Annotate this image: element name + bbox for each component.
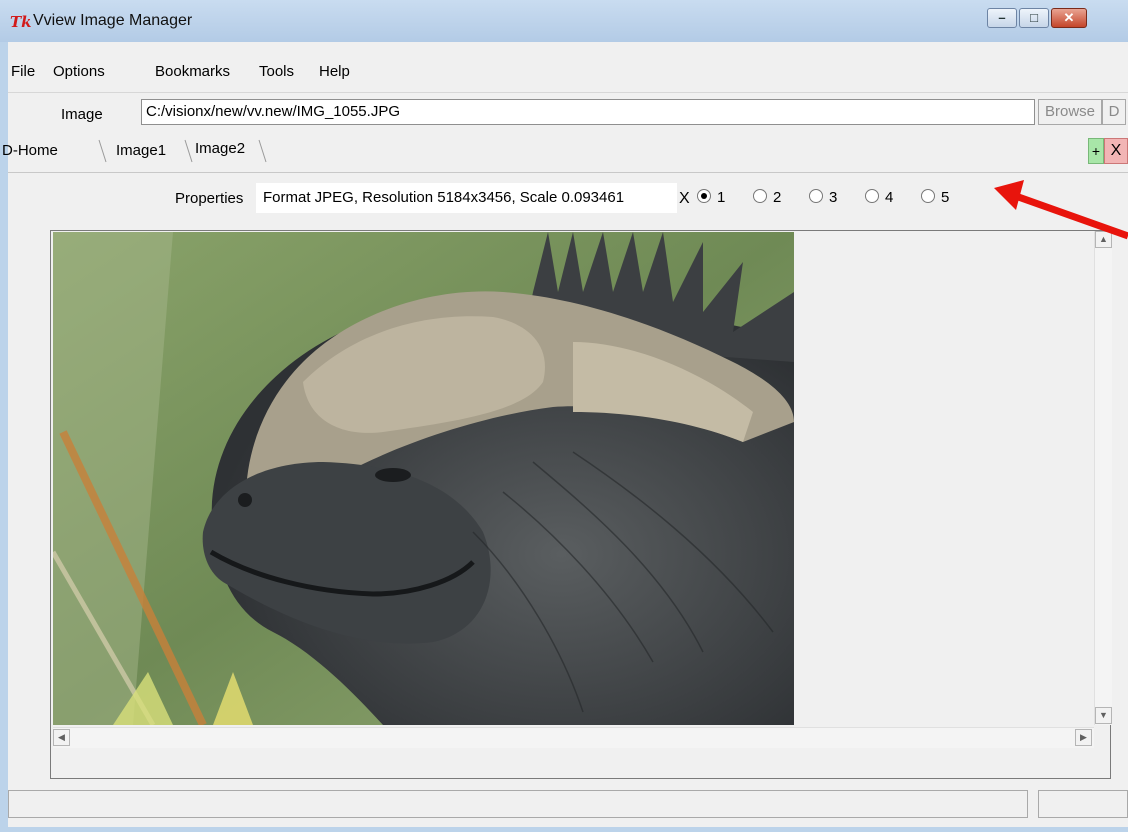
- maximize-icon: □: [1030, 10, 1038, 25]
- menu-tools[interactable]: Tools: [259, 63, 294, 80]
- close-icon: ✕: [1063, 10, 1075, 25]
- image-label: Image: [61, 106, 103, 123]
- properties-row: Properties Format JPEG, Resolution 5184x…: [8, 179, 1128, 217]
- image-path-row: Image C:/visionx/new/vv.new/IMG_1055.JPG…: [8, 94, 1128, 132]
- window: Tk Vview Image Manager – □ ✕ File Option…: [0, 0, 1128, 832]
- status-bar-secondary: [1038, 790, 1128, 818]
- maximize-button[interactable]: □: [1019, 8, 1049, 28]
- tab-separator: [98, 139, 107, 163]
- scale-radio-5[interactable]: [921, 189, 935, 203]
- menu-file[interactable]: File: [11, 63, 35, 80]
- tab-image1[interactable]: Image1: [116, 142, 166, 159]
- tab-separator: [184, 139, 193, 163]
- menu-options-label: Options: [53, 63, 105, 80]
- window-title: Vview Image Manager: [33, 12, 193, 29]
- tab-d-home[interactable]: D-Home: [2, 142, 58, 159]
- tab-bar: D-Home Image1 Image2 + X: [2, 134, 1128, 172]
- scale-radio-2-label: 2: [773, 189, 782, 206]
- horizontal-scrollbar[interactable]: ◀ ▶: [53, 727, 1094, 748]
- client-area: File Options Bookmarks Tools Help Image …: [2, 42, 1128, 827]
- menu-bookmarks-label: Bookmarks: [155, 63, 231, 80]
- menu-bar: File Options Bookmarks Tools Help: [8, 42, 1128, 93]
- tab-divider: [8, 172, 1128, 173]
- title-bar[interactable]: Tk Vview Image Manager – □ ✕: [0, 0, 1128, 42]
- scale-radio-3[interactable]: [809, 189, 823, 203]
- scale-radio-4-label: 4: [885, 189, 894, 206]
- properties-x-label: X: [679, 190, 690, 207]
- scale-radio-1-label: 1: [717, 189, 726, 206]
- image-viewer[interactable]: ▲ ▼ ◀ ▶: [50, 230, 1112, 779]
- properties-value: Format JPEG, Resolution 5184x3456, Scale…: [256, 183, 677, 213]
- scroll-left-icon[interactable]: ◀: [53, 729, 70, 746]
- scroll-right-icon[interactable]: ▶: [1075, 729, 1092, 746]
- add-tab-button[interactable]: +: [1088, 138, 1104, 164]
- iguana-photo: [53, 232, 794, 725]
- minimize-icon: –: [998, 10, 1006, 25]
- scroll-down-icon[interactable]: ▼: [1095, 707, 1112, 724]
- d-button[interactable]: D: [1102, 99, 1126, 125]
- scale-radio-1[interactable]: [697, 189, 711, 203]
- tk-logo-icon: Tk: [10, 13, 32, 31]
- image-path-input[interactable]: C:/visionx/new/vv.new/IMG_1055.JPG: [141, 99, 1035, 125]
- status-bar-main: [8, 790, 1028, 818]
- tab-separator: [258, 139, 267, 163]
- menu-help[interactable]: Help: [319, 63, 350, 80]
- scale-radio-2[interactable]: [753, 189, 767, 203]
- close-tab-button[interactable]: X: [1104, 138, 1128, 164]
- minimize-button[interactable]: –: [987, 8, 1017, 28]
- menu-help-label: Help: [319, 63, 350, 80]
- vertical-scrollbar[interactable]: ▲ ▼: [1094, 231, 1112, 725]
- menu-tools-label: Tools: [259, 63, 295, 80]
- menu-file-label: File: [11, 63, 36, 80]
- close-button[interactable]: ✕: [1051, 8, 1087, 28]
- scale-radio-3-label: 3: [829, 189, 838, 206]
- scale-radio-5-label: 5: [941, 189, 950, 206]
- scale-radio-4[interactable]: [865, 189, 879, 203]
- tab-image2[interactable]: Image2: [195, 140, 245, 157]
- properties-label: Properties: [175, 190, 244, 207]
- iguana-image: [53, 232, 794, 725]
- annotation-arrow-icon: [994, 180, 1128, 240]
- menu-bookmarks[interactable]: Bookmarks: [155, 63, 230, 80]
- browse-button[interactable]: Browse: [1038, 99, 1102, 125]
- menu-options[interactable]: Options: [53, 63, 105, 80]
